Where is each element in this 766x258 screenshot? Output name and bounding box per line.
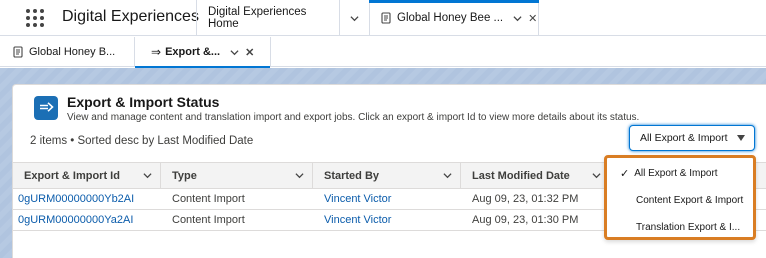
subtab-label: Export &...: [165, 46, 221, 58]
document-icon: [13, 46, 23, 58]
app-bar: Digital Experiences Digital Experiences …: [0, 0, 766, 36]
chevron-down-icon[interactable]: [592, 171, 601, 180]
column-header-type[interactable]: Type: [161, 163, 313, 188]
export-arrow-icon: ⇒: [151, 45, 162, 59]
column-header-last-modified[interactable]: Last Modified Date: [461, 163, 609, 188]
close-icon[interactable]: ✕: [245, 46, 254, 59]
tab-digital-experiences-home[interactable]: Digital Experiences Home: [196, 0, 339, 36]
tab-label: Digital Experiences Home: [208, 6, 307, 30]
dropdown-option-content[interactable]: Content Export & Import: [607, 190, 753, 210]
row-started-by-link[interactable]: Vincent Victor: [313, 189, 391, 209]
filter-select[interactable]: All Export & Import: [629, 125, 755, 151]
row-last-modified: Aug 09, 23, 01:32 PM: [472, 193, 579, 205]
document-icon: [381, 12, 391, 24]
row-last-modified: Aug 09, 23, 01:30 PM: [472, 214, 579, 226]
page-title: Export & Import Status: [67, 94, 220, 110]
nav-menu-chevron-down-icon[interactable]: [339, 0, 369, 36]
chevron-down-icon[interactable]: [512, 14, 522, 23]
filter-value: All Export & Import: [640, 132, 728, 144]
subtab-label: Global Honey B...: [29, 46, 116, 58]
tab-label: Global Honey Bee ...: [397, 12, 504, 24]
app-name: Digital Experiences: [62, 8, 199, 25]
filter-dropdown-menu: ✓ All Export & Import Content Export & I…: [604, 155, 756, 240]
column-header-id[interactable]: Export & Import Id: [13, 163, 161, 188]
app-launcher-icon[interactable]: [22, 7, 48, 29]
chevron-down-icon[interactable]: [443, 171, 452, 180]
caret-down-icon: [737, 135, 745, 141]
row-type: Content Import: [172, 214, 245, 226]
chevron-down-icon[interactable]: [295, 171, 304, 180]
subtab-bar: Global Honey B... ⇒ Export &... ✕: [0, 37, 766, 68]
page-description: View and manage content and translation …: [67, 112, 640, 123]
dropdown-option-translation[interactable]: Translation Export & I...: [607, 217, 753, 237]
checkmark-icon: ✓: [620, 167, 630, 180]
close-icon[interactable]: ✕: [528, 12, 537, 25]
dropdown-option-all[interactable]: ✓ All Export & Import: [607, 163, 753, 183]
chevron-down-icon[interactable]: [143, 171, 152, 180]
row-id-link[interactable]: 0gURM00000000Ya2AI: [7, 210, 133, 230]
row-started-by-link[interactable]: Vincent Victor: [313, 210, 391, 230]
column-header-started-by[interactable]: Started By: [313, 163, 461, 188]
row-type: Content Import: [172, 193, 245, 205]
export-icon: [34, 96, 58, 120]
subtab-global-honey-bee[interactable]: Global Honey B...: [10, 37, 135, 67]
item-count: 2 items • Sorted desc by Last Modified D…: [30, 135, 254, 147]
row-id-link[interactable]: 0gURM00000000Yb2AI: [7, 189, 134, 209]
subtab-export-import[interactable]: ⇒ Export &... ✕: [135, 37, 271, 68]
chevron-down-icon[interactable]: [229, 48, 239, 57]
tab-global-honey-bee[interactable]: Global Honey Bee ... ✕: [369, 0, 539, 36]
